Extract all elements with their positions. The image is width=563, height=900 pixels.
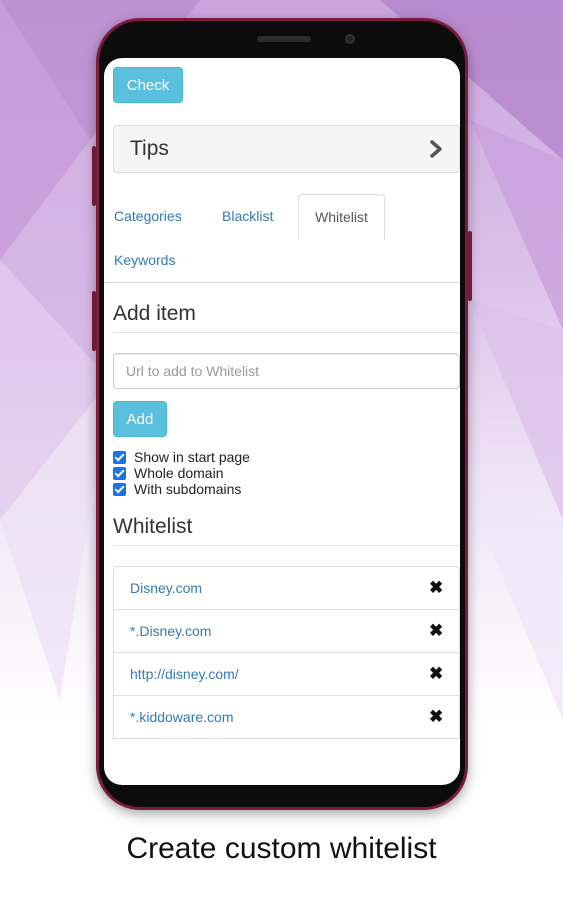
add-button[interactable]: Add bbox=[113, 401, 167, 437]
tab-whitelist[interactable]: Whitelist bbox=[298, 194, 385, 240]
list-item: *.Disney.com ✖ bbox=[113, 609, 460, 653]
promo-caption: Create custom whitelist bbox=[126, 832, 437, 865]
speaker-grille bbox=[257, 36, 311, 42]
volume-button bbox=[92, 146, 96, 206]
close-icon[interactable]: ✖ bbox=[429, 578, 443, 598]
tab-blacklist[interactable]: Blacklist bbox=[222, 193, 273, 239]
add-item-title: Add item bbox=[113, 302, 196, 325]
option-show-in-start-page[interactable]: Show in start page bbox=[113, 449, 250, 465]
list-item: http://disney.com/ ✖ bbox=[113, 652, 460, 696]
tab-bar: Categories Blacklist Whitelist Keywords bbox=[104, 193, 460, 283]
phone-mockup: Check Tips Categories Blacklist Whitelis… bbox=[92, 18, 472, 810]
url-input[interactable] bbox=[113, 353, 460, 389]
divider bbox=[113, 332, 460, 333]
option-label: Show in start page bbox=[134, 449, 250, 465]
chevron-right-icon bbox=[430, 140, 442, 158]
checkbox[interactable] bbox=[113, 482, 126, 496]
close-icon[interactable]: ✖ bbox=[429, 707, 443, 727]
whitelist-url[interactable]: *.kiddoware.com bbox=[130, 709, 234, 725]
checkbox[interactable] bbox=[113, 450, 126, 464]
tab-keywords[interactable]: Keywords bbox=[114, 237, 175, 283]
tips-title: Tips bbox=[130, 137, 169, 160]
whitelist-url[interactable]: Disney.com bbox=[130, 580, 202, 596]
option-with-subdomains[interactable]: With subdomains bbox=[113, 481, 241, 497]
tips-panel[interactable]: Tips bbox=[113, 125, 460, 173]
power-button bbox=[468, 231, 472, 301]
divider bbox=[113, 545, 460, 546]
check-button[interactable]: Check bbox=[113, 67, 183, 103]
list-item: *.kiddoware.com ✖ bbox=[113, 695, 460, 739]
whitelist-url[interactable]: http://disney.com/ bbox=[130, 666, 239, 682]
close-icon[interactable]: ✖ bbox=[429, 664, 443, 684]
option-label: Whole domain bbox=[134, 465, 224, 481]
app-screen: Check Tips Categories Blacklist Whitelis… bbox=[104, 58, 460, 785]
whitelist-title: Whitelist bbox=[113, 515, 193, 538]
whitelist-url[interactable]: *.Disney.com bbox=[130, 623, 211, 639]
option-label: With subdomains bbox=[134, 481, 242, 497]
checkbox[interactable] bbox=[113, 466, 126, 480]
side-button bbox=[92, 291, 96, 351]
tab-categories[interactable]: Categories bbox=[114, 193, 182, 239]
option-whole-domain[interactable]: Whole domain bbox=[113, 465, 224, 481]
list-item: Disney.com ✖ bbox=[113, 566, 460, 610]
whitelist-list: Disney.com ✖ *.Disney.com ✖ http://disne… bbox=[113, 566, 460, 739]
front-camera bbox=[345, 34, 355, 44]
close-icon[interactable]: ✖ bbox=[429, 621, 443, 641]
